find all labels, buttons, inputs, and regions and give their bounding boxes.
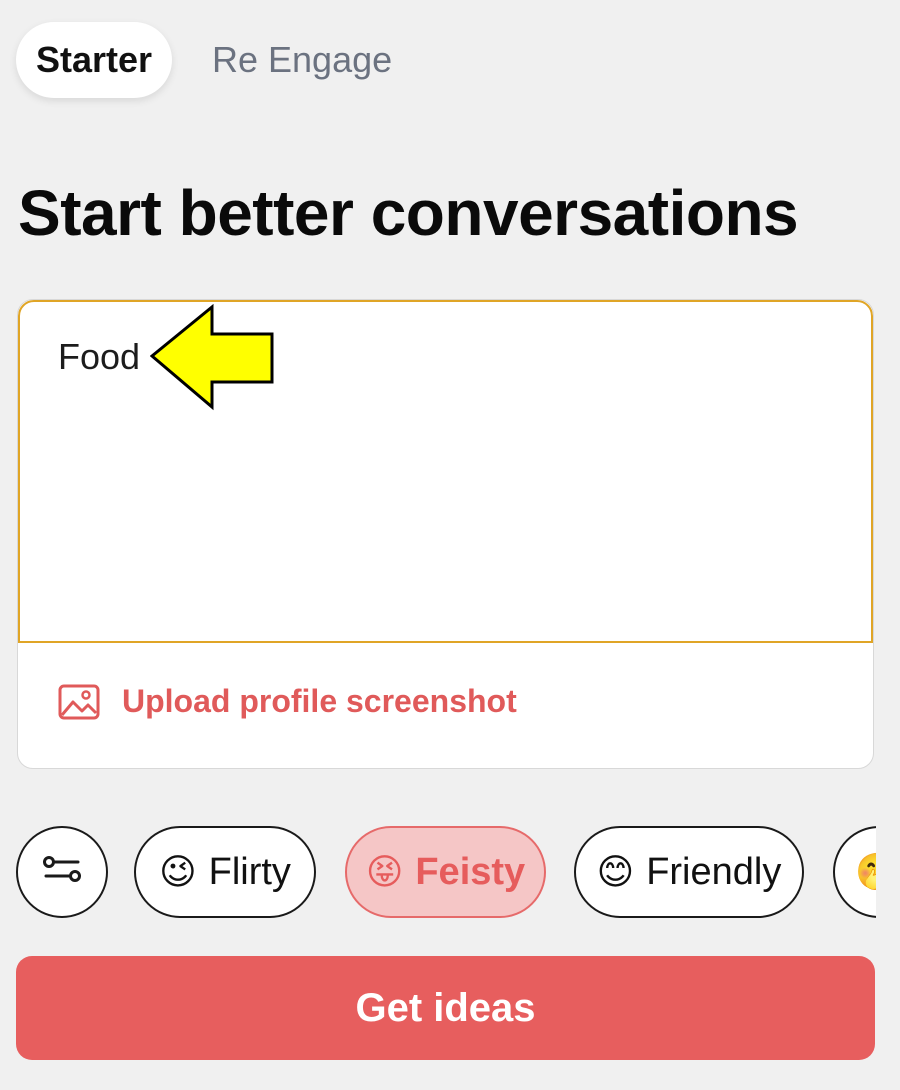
annotation-arrow-icon <box>150 304 274 411</box>
tone-chips: 😉 Flirty 😝 Feisty 😊 Friendly 🤭 <box>16 826 876 918</box>
tone-label: Flirty <box>208 850 291 893</box>
tone-chip-friendly[interactable]: 😊 Friendly <box>574 826 804 918</box>
get-ideas-button[interactable]: Get ideas <box>16 956 875 1060</box>
tab-re-engage[interactable]: Re Engage <box>212 22 392 98</box>
tone-chip-flirty[interactable]: 😉 Flirty <box>134 826 316 918</box>
mode-tabs: Starter Re Engage <box>16 22 392 98</box>
image-icon <box>58 684 100 720</box>
winking-face-icon: 😉 <box>159 851 197 892</box>
squinting-tongue-face-icon: 😝 <box>365 851 404 892</box>
sliders-icon <box>42 851 82 894</box>
upload-profile-screenshot-button[interactable]: Upload profile screenshot <box>58 683 517 720</box>
tone-label: Feisty <box>415 850 526 893</box>
filter-button[interactable] <box>16 826 108 918</box>
prompt-input[interactable]: Food <box>18 300 873 643</box>
input-card: Food Upload profile screenshot <box>17 299 874 769</box>
tone-chip-partial[interactable]: 🤭 <box>833 826 876 918</box>
tab-starter[interactable]: Starter <box>16 22 172 98</box>
smiling-face-icon: 😊 <box>596 851 635 892</box>
hand-over-mouth-face-icon: 🤭 <box>855 854 876 890</box>
tone-label: Friendly <box>646 850 782 893</box>
upload-label: Upload profile screenshot <box>122 683 517 719</box>
page-title: Start better conversations <box>18 177 799 249</box>
tone-chip-feisty[interactable]: 😝 Feisty <box>345 826 546 918</box>
